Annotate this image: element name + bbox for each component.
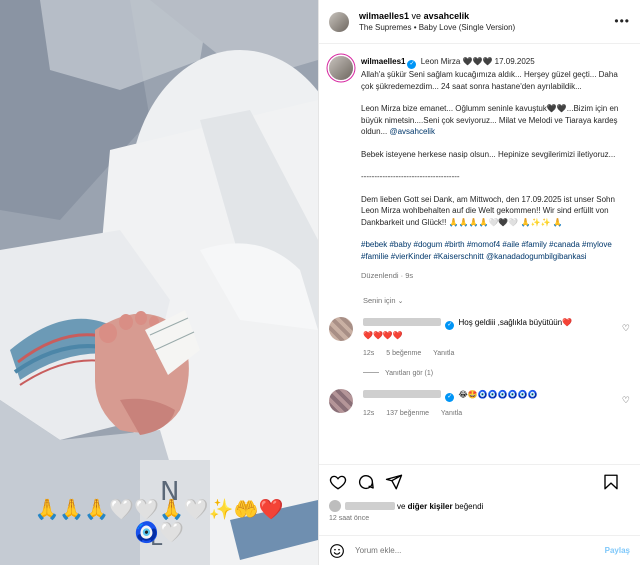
author-username-link[interactable]: wilmaelles1 — [359, 11, 409, 21]
like-comment-heart-icon[interactable]: ♡ — [622, 323, 630, 334]
author-avatar[interactable] — [329, 11, 349, 32]
post-viewer: N L 🙏🙏🙏🤍🤍🙏🤍✨🤲❤️ 🧿🤍 wilmaelles1 ve avsahc… — [0, 0, 640, 565]
post-details-panel: wilmaelles1 ve avsahcelik The Supremes •… — [318, 0, 640, 565]
caption-meta: Düzenlendi · 9s — [361, 271, 414, 280]
comment-text: 😂🤩🧿🧿🧿🧿🧿🧿 — [458, 389, 538, 399]
caption-paragraph-3: Bebek isteyene herkese nasip olsun... He… — [361, 149, 616, 159]
caption-hashtags[interactable]: #bebek #baby #dogum #birth #momof4 #aile… — [361, 239, 630, 262]
post-actions — [319, 464, 640, 498]
comment-item: ✓ Hoş geldiii ,sağlıkla büyütüün❤️ ❤️❤️❤… — [329, 316, 630, 360]
caption-paragraph-4: Dem lieben Gott sei Dank, am Mittwoch, d… — [361, 194, 615, 227]
chevron-down-icon: ⌄ — [397, 297, 404, 305]
view-replies-button[interactable]: Yanıtları gör (1) — [363, 370, 630, 377]
photo-emoji-overlay-row-1: 🙏🙏🙏🤍🤍🙏🤍✨🤲❤️ — [34, 497, 284, 521]
caption-username[interactable]: wilmaelles1 — [361, 57, 405, 66]
post-comment-button[interactable]: Paylaş — [605, 546, 630, 555]
post-photo[interactable]: N L 🙏🙏🙏🤍🤍🙏🤍✨🤲❤️ 🧿🤍 — [0, 0, 318, 565]
post-timestamp[interactable]: 12 saat önce — [329, 515, 369, 522]
save-bookmark-icon[interactable] — [602, 473, 620, 491]
verified-badge-icon: ✓ — [407, 60, 417, 69]
comment-input[interactable] — [355, 546, 605, 555]
redacted-username — [363, 317, 441, 326]
audio-track-link[interactable]: The Supremes • Baby Love (Single Version… — [359, 22, 515, 34]
newborn-foot-image: N L — [0, 0, 318, 565]
comment-bubble-icon[interactable] — [357, 473, 375, 491]
reply-button[interactable]: Yanıtla — [433, 350, 454, 357]
comment-likes[interactable]: 5 beğenme — [386, 350, 421, 357]
caption-separator: ------------------------------------- — [361, 172, 460, 181]
comment-time: 12s — [363, 349, 375, 357]
comment-composer: Paylaş — [319, 535, 640, 565]
reply-button[interactable]: Yanıtla — [441, 410, 462, 417]
caption-author-avatar[interactable] — [329, 56, 353, 80]
liker-avatar — [329, 500, 341, 512]
post-header: wilmaelles1 ve avsahcelik The Supremes •… — [319, 0, 640, 44]
commenter-avatar[interactable] — [329, 316, 353, 341]
mention-link[interactable]: @avsahcelik — [389, 127, 434, 136]
likes-text: ve diğer kişiler beğendi — [397, 501, 484, 511]
likes-summary[interactable]: ve diğer kişiler beğendi — [329, 500, 483, 512]
commenter-avatar[interactable] — [329, 388, 353, 413]
comment-text: Hoş geldiii ,sağlıkla büyütüün❤️ — [458, 317, 573, 327]
verified-badge-icon: ✓ — [445, 320, 455, 330]
comments-scroll-area[interactable]: wilmaelles1 ✓ Leon Mirza 🖤🖤🖤 17.09.2025 A… — [319, 44, 640, 464]
redacted-liker-name — [345, 502, 395, 510]
caption-first-line: Leon Mirza 🖤🖤🖤 17.09.2025 — [420, 57, 535, 66]
comment-time: 12s — [363, 409, 375, 417]
emoji-picker-icon[interactable] — [329, 543, 345, 559]
like-comment-heart-icon[interactable]: ♡ — [622, 395, 630, 406]
verified-badge-icon: ✓ — [445, 392, 455, 402]
photo-emoji-overlay-row-2: 🧿🤍 — [134, 520, 184, 544]
comment-filter-dropdown[interactable]: Senin için ⌄ — [363, 296, 630, 305]
caption-paragraph-1: Allah'a şükür Seni sağlam kucağımıza ald… — [361, 70, 618, 91]
comment-likes[interactable]: 137 beğenme — [386, 410, 429, 417]
caption-paragraph-2: Leon Mirza bize emanet... Oğlumm seninle… — [361, 104, 619, 136]
coauthor-username-link[interactable]: avsahcelik — [424, 11, 470, 21]
more-options-icon[interactable]: ••• — [614, 14, 630, 28]
comment-text-line-2: ❤️❤️❤️❤️ — [363, 330, 403, 340]
redacted-username — [363, 389, 441, 398]
collab-authors: wilmaelles1 ve avsahcelik — [359, 10, 470, 21]
comment-item: ✓ 😂🤩🧿🧿🧿🧿🧿🧿 12s 137 beğenme Yanıtla ♡ — [329, 388, 630, 420]
caption: wilmaelles1 ✓ Leon Mirza 🖤🖤🖤 17.09.2025 A… — [329, 56, 630, 282]
like-heart-icon[interactable] — [329, 473, 347, 491]
share-send-icon[interactable] — [385, 473, 403, 491]
